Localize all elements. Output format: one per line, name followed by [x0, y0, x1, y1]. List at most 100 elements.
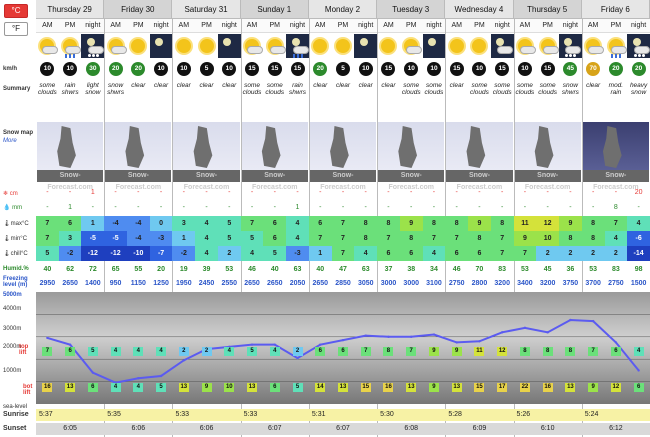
- snowmap-more-link[interactable]: More: [0, 138, 36, 144]
- max-temp-cell: 8: [377, 216, 400, 231]
- bottom-lift-temp: 6: [87, 383, 98, 392]
- rain-value: -: [250, 204, 254, 211]
- segment-label: night: [217, 19, 241, 33]
- humidity-value: 72: [88, 266, 97, 273]
- bottom-lift-temp: 9: [428, 383, 439, 392]
- snow-map-image[interactable]: [582, 122, 649, 170]
- segment-label: PM: [263, 19, 287, 33]
- moon-icon: [86, 38, 95, 46]
- bottom-lift-temp: 4: [133, 383, 144, 392]
- snow-map-image[interactable]: [173, 122, 240, 170]
- moon-icon: [359, 38, 368, 46]
- chill-temp-cell: 2: [217, 246, 241, 261]
- day-header-8[interactable]: Friday 6: [581, 0, 650, 19]
- top-lift-temp: 8: [519, 347, 530, 356]
- freezing-level-value: 2650: [312, 280, 329, 287]
- weather-icon-slot: [490, 34, 514, 58]
- wind-arrow-icon: 10: [40, 62, 55, 76]
- bottom-lift-temp: 13: [338, 383, 348, 392]
- sunset-time: 6:07: [240, 423, 309, 435]
- sunrise-time: 5:33: [172, 409, 241, 421]
- weather-icon-slot: [59, 34, 82, 58]
- segment-label: AM: [172, 19, 196, 33]
- wind-arrow-icon: 15: [495, 62, 510, 76]
- day-header-1[interactable]: Friday 30: [104, 0, 173, 19]
- cloud-icon: [610, 46, 627, 54]
- max-temp-cell: 8: [354, 216, 378, 231]
- weather-icon-slot: [354, 34, 378, 58]
- top-lift-temp: 8: [565, 347, 576, 356]
- freezing-level-value: 1250: [153, 280, 169, 287]
- snow-icon: [95, 54, 99, 57]
- freezing-point: [500, 331, 504, 334]
- min-temp-cell: -6: [627, 231, 650, 246]
- snow-map-image[interactable]: [241, 122, 308, 170]
- snow-map-image[interactable]: [309, 122, 377, 170]
- raindrop-icon: 💧: [3, 205, 11, 211]
- day-header-4[interactable]: Monday 2: [308, 0, 378, 19]
- moon-icon: [155, 38, 164, 46]
- min-temp-cell: 4: [286, 231, 309, 246]
- max-temp-cell: 4: [627, 216, 650, 231]
- chill-temp-cell: 2: [536, 246, 560, 261]
- summary-text: some clouds: [424, 82, 444, 96]
- min-temp-cell: -5: [81, 231, 105, 246]
- rain-value: 8: [613, 204, 618, 211]
- top-lift-temp: 9: [428, 347, 439, 356]
- snow-map-image[interactable]: [378, 122, 445, 170]
- snow-map-image[interactable]: [37, 122, 104, 170]
- day-header-5[interactable]: Tuesday 3: [377, 0, 446, 19]
- day-header-6[interactable]: Wednesday 4: [445, 0, 514, 19]
- max-temp-cell: 6: [58, 216, 82, 231]
- snow-map-image[interactable]: [446, 122, 513, 170]
- humidity-value: 40: [43, 266, 52, 273]
- map-landmass: [193, 126, 213, 168]
- day-header-7[interactable]: Thursday 5: [513, 0, 582, 19]
- humidity-value: 45: [543, 266, 552, 273]
- rain-icon: [618, 54, 621, 58]
- min-temp-label: 🌡min°C: [0, 235, 36, 242]
- freezing-point: [614, 341, 618, 344]
- max-temp-cell: 9: [399, 216, 423, 231]
- humidity-value: 63: [293, 266, 302, 273]
- wind-arrow-icon: 15: [449, 62, 464, 76]
- celsius-button[interactable]: °C: [4, 4, 28, 18]
- bottom-lift-temp: 6: [269, 383, 280, 392]
- max-temp-cell: 7: [240, 216, 264, 231]
- sunset-time: 6:06: [104, 423, 173, 435]
- forecast-grid: Thursday 29 AM PM night Friday 30 AM PM night Sa…: [36, 0, 650, 437]
- segment-label: night: [559, 19, 582, 33]
- day-header-3[interactable]: Sunday 1: [240, 0, 309, 19]
- wind-arrow-icon: 10: [154, 62, 169, 76]
- segment-label: PM: [399, 19, 423, 33]
- min-temp-cell: 8: [399, 231, 423, 246]
- chill-temp-cell: -10: [126, 246, 150, 261]
- fahrenheit-button[interactable]: °F: [4, 22, 28, 36]
- sun-icon: [313, 39, 328, 53]
- segment-label: AM: [240, 19, 264, 33]
- top-lift-temp: 4: [269, 347, 280, 356]
- day-header-2[interactable]: Saturday 31: [172, 0, 241, 19]
- sun-icon: [472, 39, 487, 53]
- chill-temp-cell: 7: [490, 246, 514, 261]
- top-lift-temp: 4: [156, 347, 167, 356]
- freezing-level-value: 3000: [403, 280, 419, 287]
- rain-value: -: [478, 204, 481, 211]
- weather-icon-slot: [422, 34, 446, 58]
- summary-text: some clouds: [538, 82, 558, 96]
- humidity-value: 37: [384, 266, 393, 273]
- snow-map-image[interactable]: [105, 122, 172, 170]
- snow-forecast-brand: Snow-Forecast.com: [105, 170, 172, 191]
- rain-icon: [296, 54, 299, 58]
- cloud-icon: [633, 46, 650, 54]
- snow-map-image[interactable]: [514, 122, 581, 170]
- wind-arrow-icon: 70: [586, 62, 601, 76]
- snow-icon: [641, 54, 645, 57]
- sunrise-time: 5:31: [308, 409, 378, 421]
- max-temp-cell: 8: [581, 216, 605, 231]
- day-header-0[interactable]: Thursday 29: [36, 0, 105, 19]
- min-temp-cell: 8: [559, 231, 582, 246]
- snow-forecast-brand: Snow-Forecast.com: [582, 170, 649, 191]
- min-unit: min°C: [10, 236, 28, 242]
- freezing-point: [569, 318, 572, 322]
